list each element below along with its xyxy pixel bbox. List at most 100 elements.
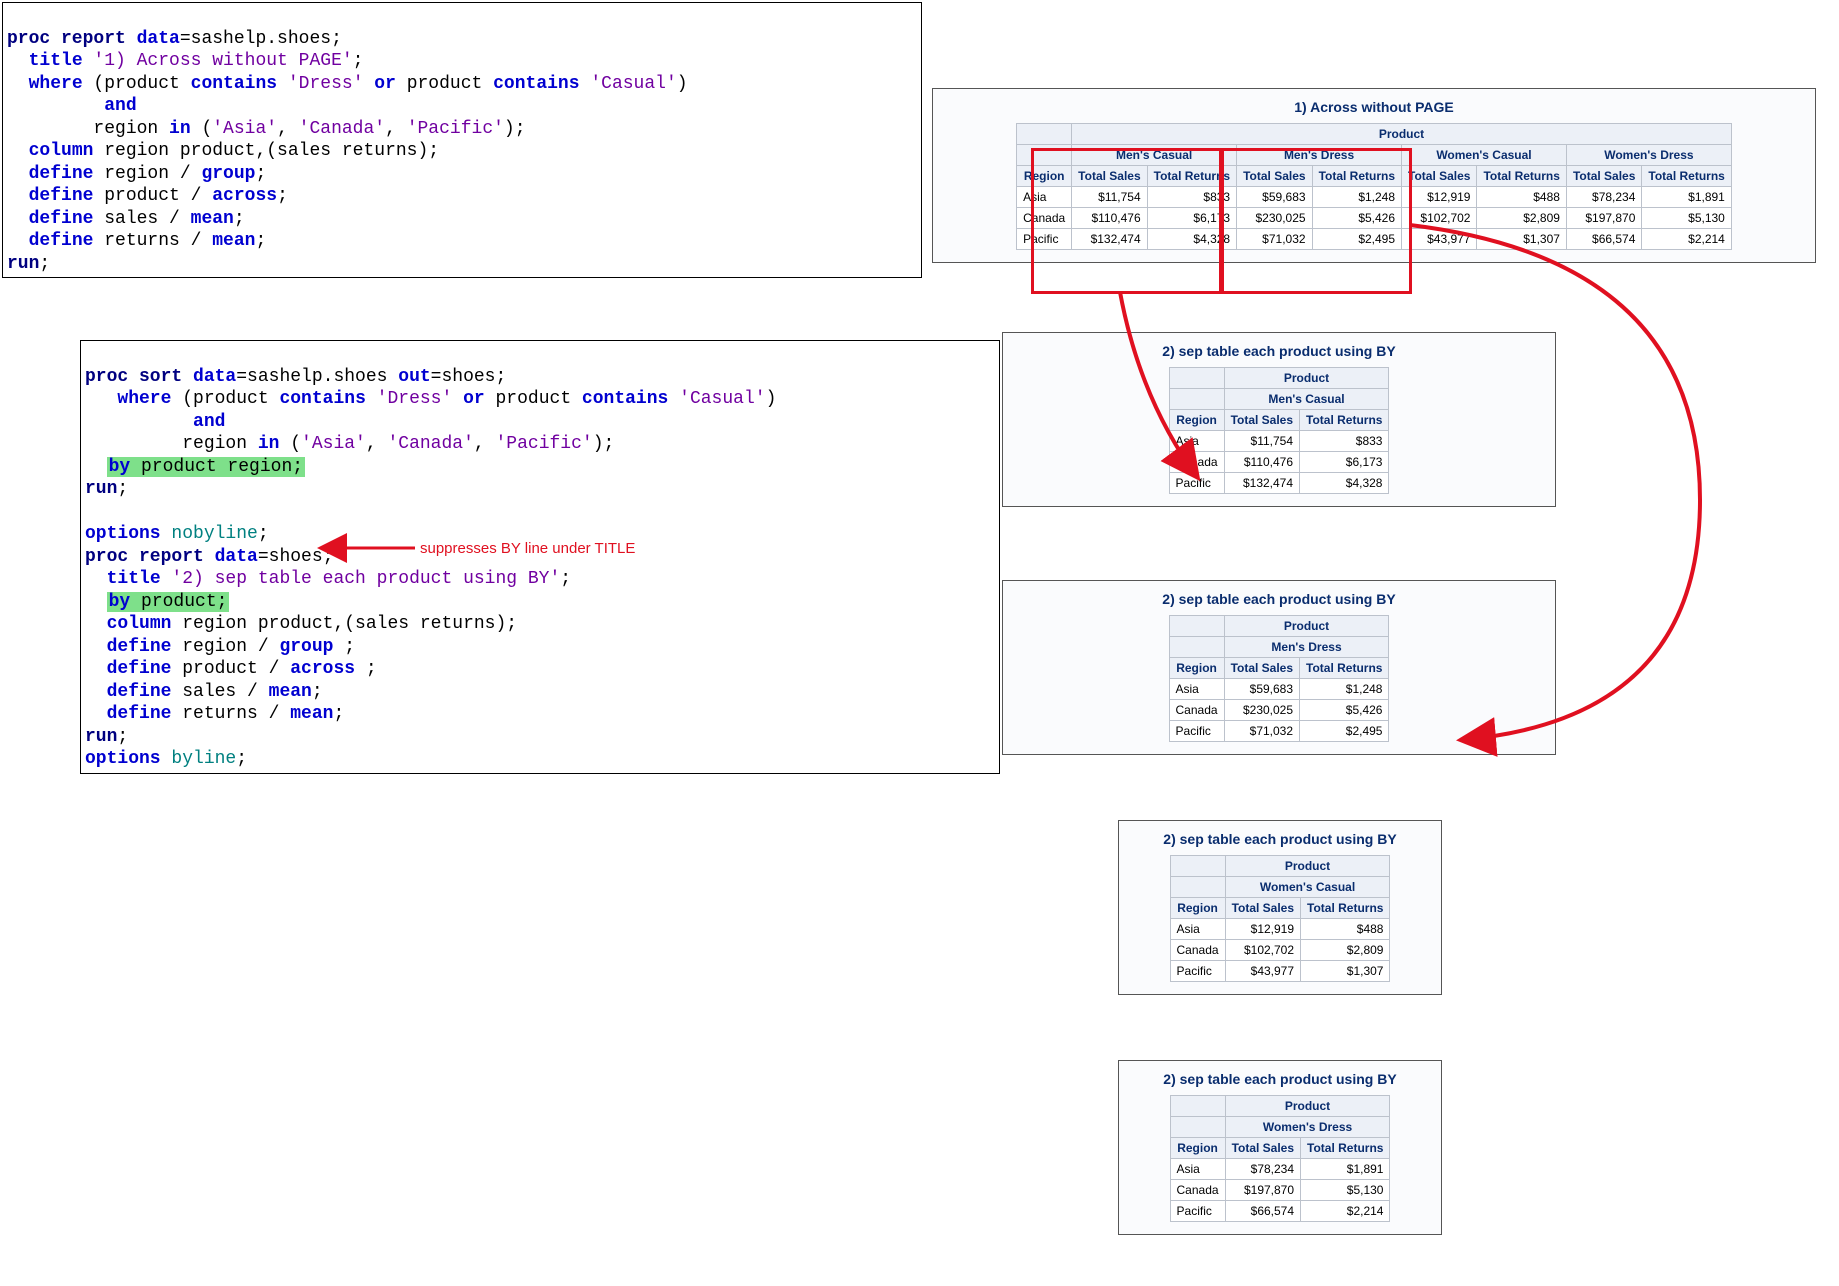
hdr-ts: Total Sales bbox=[1566, 166, 1641, 187]
kw-by: by bbox=[109, 457, 131, 477]
cell: $43,977 bbox=[1402, 229, 1477, 250]
semi: ; bbox=[117, 479, 128, 499]
txt: region bbox=[7, 119, 169, 139]
output-title-2b: 2) sep table each product using BY bbox=[1009, 591, 1549, 607]
txt: (product bbox=[83, 74, 191, 94]
kw-run: run bbox=[85, 479, 117, 499]
txt: product / bbox=[93, 186, 212, 206]
output-by-mc: 2) sep table each product using BY Produ… bbox=[1002, 332, 1556, 507]
txt: product; bbox=[130, 592, 227, 612]
cell: $11,754 bbox=[1072, 187, 1147, 208]
hdr-region: Region bbox=[1169, 410, 1224, 431]
kw-where: where bbox=[117, 389, 171, 409]
kw-options: options bbox=[85, 524, 161, 544]
kw-column: column bbox=[29, 141, 94, 161]
hdr-region: Region bbox=[1170, 1138, 1225, 1159]
cell: $5,130 bbox=[1301, 1180, 1390, 1201]
txt: =sashelp.shoes; bbox=[180, 29, 342, 49]
kw-define: define bbox=[29, 186, 94, 206]
cell: $43,977 bbox=[1225, 961, 1300, 982]
cell-region: Asia bbox=[1017, 187, 1072, 208]
kw-and: and bbox=[104, 96, 136, 116]
semi: ; bbox=[353, 51, 364, 71]
semi: ; bbox=[234, 209, 245, 229]
cell: $833 bbox=[1300, 431, 1389, 452]
txt: product region; bbox=[130, 457, 303, 477]
kw-contains: contains bbox=[582, 389, 668, 409]
table-row: Canada$110,476$6,173 bbox=[1169, 452, 1389, 473]
table-row: Asia$59,683$1,248 bbox=[1169, 679, 1389, 700]
cell: $2,809 bbox=[1477, 208, 1566, 229]
str: '1) Across without PAGE' bbox=[83, 51, 353, 71]
kw-define: define bbox=[107, 704, 172, 724]
semi: ; bbox=[117, 727, 128, 747]
hdr-product: Product bbox=[1225, 1096, 1390, 1117]
hdr-product: Product bbox=[1224, 616, 1389, 637]
cell-region: Canada bbox=[1017, 208, 1072, 229]
cell: $4,328 bbox=[1147, 229, 1236, 250]
kw-contains: contains bbox=[279, 389, 365, 409]
table-row: Asia$12,919$488 bbox=[1170, 919, 1390, 940]
kw-in: in bbox=[169, 119, 191, 139]
txt: product bbox=[396, 74, 493, 94]
txt: , bbox=[385, 119, 407, 139]
cell: $132,474 bbox=[1072, 229, 1147, 250]
table-row: Canada $110,476$6,173 $230,025$5,426 $10… bbox=[1017, 208, 1732, 229]
kw-group: group bbox=[201, 164, 255, 184]
cell: $66,574 bbox=[1225, 1201, 1300, 1222]
semi: ; bbox=[355, 659, 377, 679]
table-row: Pacific $132,474$4,328 $71,032$2,495 $43… bbox=[1017, 229, 1732, 250]
semi: ; bbox=[236, 749, 247, 769]
hdr-region: Region bbox=[1017, 166, 1072, 187]
hdr-product: Product bbox=[1225, 856, 1390, 877]
hdr-wc: Women's Casual bbox=[1225, 877, 1390, 898]
kw-define: define bbox=[107, 637, 172, 657]
kw-mean: mean bbox=[290, 704, 333, 724]
cell: $488 bbox=[1477, 187, 1566, 208]
txt: region / bbox=[93, 164, 201, 184]
kw-define: define bbox=[29, 209, 94, 229]
kw-define: define bbox=[29, 164, 94, 184]
table-mc: Product Men's Casual RegionTotal SalesTo… bbox=[1169, 367, 1390, 494]
txt: , bbox=[366, 434, 388, 454]
cell: $12,919 bbox=[1225, 919, 1300, 940]
kw-define: define bbox=[29, 231, 94, 251]
cell: $833 bbox=[1147, 187, 1236, 208]
kw-contains: contains bbox=[191, 74, 277, 94]
cell: $12,919 bbox=[1402, 187, 1477, 208]
txt: ); bbox=[593, 434, 615, 454]
kw-proc-report: proc report bbox=[7, 29, 126, 49]
kw-where: where bbox=[29, 74, 83, 94]
cell: $2,809 bbox=[1301, 940, 1390, 961]
hdr-region: Region bbox=[1169, 658, 1224, 679]
kw-run: run bbox=[85, 727, 117, 747]
cell: $78,234 bbox=[1566, 187, 1641, 208]
cell-region: Pacific bbox=[1017, 229, 1072, 250]
cell: $488 bbox=[1301, 919, 1390, 940]
hdr-mc: Men's Casual bbox=[1072, 145, 1237, 166]
semi: ; bbox=[312, 682, 323, 702]
cell: $6,173 bbox=[1147, 208, 1236, 229]
kw-define: define bbox=[107, 659, 172, 679]
str: 'Asia' bbox=[301, 434, 366, 454]
output-by-wc: 2) sep table each product using BY Produ… bbox=[1118, 820, 1442, 995]
cell: $110,476 bbox=[1072, 208, 1147, 229]
output-title-2d: 2) sep table each product using BY bbox=[1125, 1071, 1435, 1087]
cell: $78,234 bbox=[1225, 1159, 1300, 1180]
txt: region product,(sales returns); bbox=[171, 614, 517, 634]
semi: ; bbox=[255, 164, 266, 184]
hdr-tr: Total Returns bbox=[1300, 658, 1389, 679]
txt: ) bbox=[677, 74, 688, 94]
cell: $11,754 bbox=[1224, 431, 1299, 452]
str: 'Dress' bbox=[366, 389, 452, 409]
cell-region: Pacific bbox=[1169, 473, 1224, 494]
semi: ; bbox=[39, 254, 50, 274]
hdr-wc: Women's Casual bbox=[1402, 145, 1567, 166]
hdr-tr: Total Returns bbox=[1300, 410, 1389, 431]
cell: $102,702 bbox=[1225, 940, 1300, 961]
cell: $4,328 bbox=[1300, 473, 1389, 494]
table-row: Canada$102,702$2,809 bbox=[1170, 940, 1390, 961]
hdr-wd: Women's Dress bbox=[1566, 145, 1731, 166]
cell: $2,214 bbox=[1301, 1201, 1390, 1222]
semi: ; bbox=[560, 569, 571, 589]
